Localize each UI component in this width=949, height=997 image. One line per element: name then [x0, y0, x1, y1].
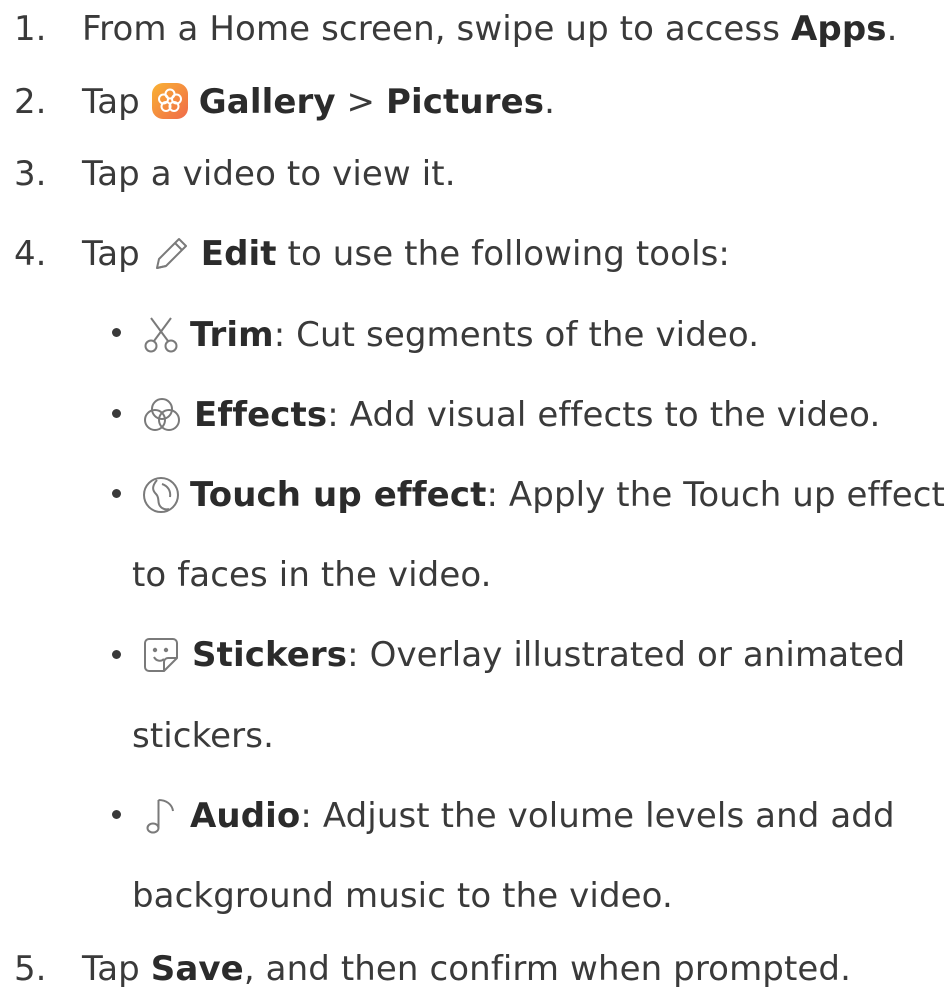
tool-audio-continued: background music to the video. [132, 876, 673, 916]
face-touch-icon [142, 476, 180, 514]
step-1-text: From a Home screen, swipe up to access A… [82, 9, 898, 49]
sticker-smile-icon [142, 636, 180, 674]
save-label: Save [150, 949, 244, 989]
step-2-text: Tap Gallery > Pictures. [82, 82, 556, 122]
bullet [112, 810, 121, 819]
stickers-label: Stickers [192, 635, 348, 675]
step-5-text: Tap Save, and then confirm when prompted… [82, 949, 852, 989]
audio-label: Audio [190, 796, 301, 836]
bullet [112, 650, 121, 659]
apps-label: Apps [790, 9, 887, 49]
tool-audio: Audio: Adjust the volume levels and add [142, 794, 895, 838]
step-number: 2. [14, 82, 47, 122]
tool-touch-up-continued: to faces in the video. [132, 555, 492, 595]
step-number: 3. [14, 154, 47, 194]
pictures-label: Pictures [386, 82, 545, 122]
step-4-text: Tap Edit to use the following tools: [82, 234, 730, 274]
trim-label: Trim [190, 315, 274, 355]
gallery-app-icon [151, 82, 189, 120]
bullet [112, 328, 121, 337]
effects-circles-icon [142, 396, 182, 434]
tool-effects: Effects: Add visual effects to the video… [142, 393, 880, 437]
music-note-icon [142, 797, 180, 835]
step-number: 1. [14, 9, 47, 49]
edit-label: Edit [200, 234, 277, 274]
pencil-edit-icon [151, 234, 191, 272]
bullet [112, 409, 121, 418]
gallery-label: Gallery [198, 82, 336, 122]
step-number: 5. [14, 949, 47, 989]
tool-stickers-continued: stickers. [132, 716, 274, 756]
step-3-text: Tap a video to view it. [82, 154, 456, 194]
touch-up-label: Touch up effect [190, 475, 487, 515]
bullet [112, 489, 121, 498]
tool-touch-up: Touch up effect: Apply the Touch up effe… [142, 473, 945, 517]
effects-label: Effects [194, 395, 328, 435]
step-number: 4. [14, 234, 47, 274]
tool-trim: Trim: Cut segments of the video. [142, 313, 759, 357]
tool-stickers: Stickers: Overlay illustrated or animate… [142, 633, 905, 677]
scissors-icon [142, 316, 180, 354]
